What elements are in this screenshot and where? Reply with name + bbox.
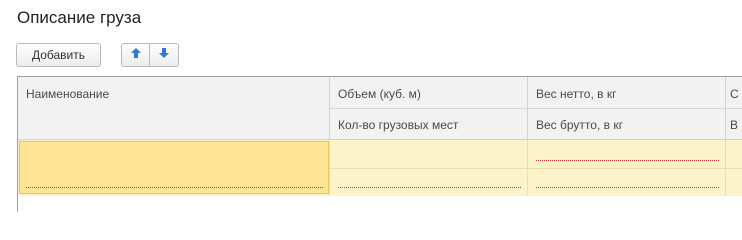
table-header: Наименование Объем (куб. м) Кол-во грузо… (18, 77, 742, 140)
required-field-underline (536, 187, 719, 188)
arrow-down-icon (158, 46, 170, 64)
column-header-name[interactable]: Наименование (18, 77, 329, 139)
column-header-net-weight[interactable]: Вес нетто, в кг (528, 77, 725, 108)
column-header-gross-weight[interactable]: Вес брутто, в кг (528, 108, 725, 139)
cell-gross-weight[interactable] (528, 168, 725, 196)
cell-places[interactable] (330, 168, 527, 196)
required-field-underline (26, 187, 323, 188)
arrow-up-icon (130, 46, 142, 64)
column-header-extra-top[interactable]: С (726, 77, 742, 108)
column-header-extra-bottom[interactable]: В (726, 108, 742, 139)
move-buttons-group (121, 43, 180, 67)
add-button[interactable]: Добавить (16, 43, 101, 67)
cell-volume[interactable] (330, 140, 527, 168)
move-down-button[interactable] (150, 43, 179, 67)
page-title: Описание груза (17, 8, 142, 27)
cell-net-weight[interactable] (528, 140, 725, 168)
column-header-volume[interactable]: Объем (куб. м) (330, 77, 527, 108)
cargo-table: Наименование Объем (куб. м) Кол-во грузо… (17, 76, 742, 212)
table-row[interactable] (18, 140, 742, 196)
required-field-underline (338, 187, 521, 188)
header-row-divider (330, 108, 742, 109)
required-field-underline (536, 160, 719, 161)
move-up-button[interactable] (121, 43, 150, 67)
column-header-places[interactable]: Кол-во грузовых мест (330, 108, 527, 139)
